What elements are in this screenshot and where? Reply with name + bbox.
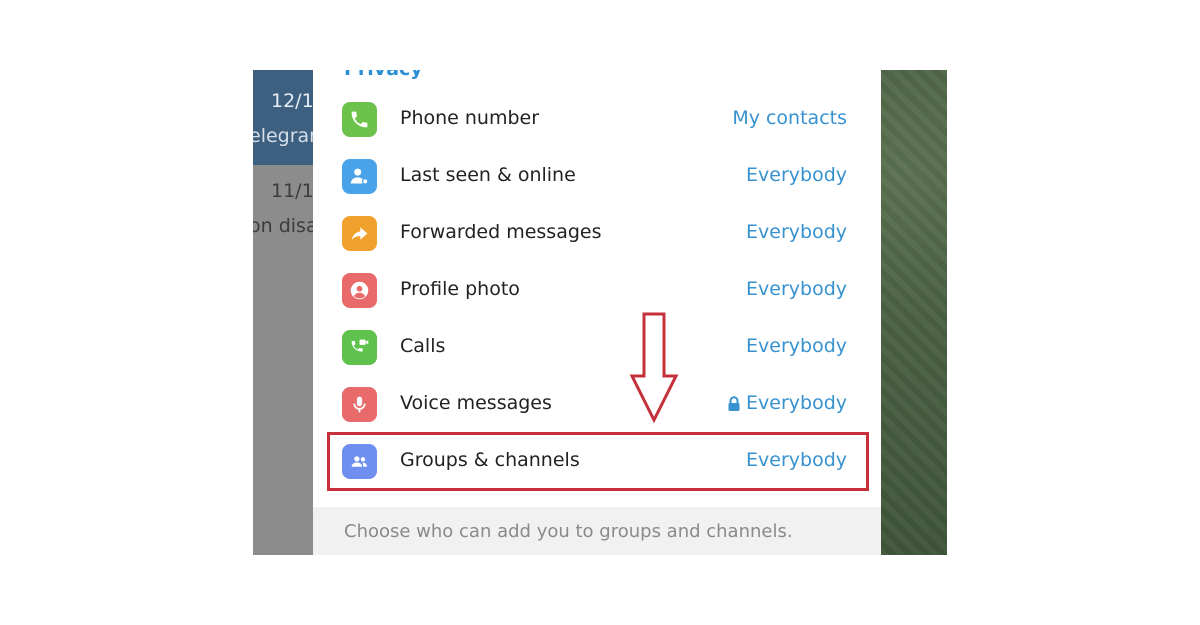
section-title: Privacy: [344, 70, 423, 80]
row-value[interactable]: Everybody: [746, 164, 847, 186]
down-arrow-icon: [629, 312, 679, 424]
privacy-row-profile-photo[interactable]: Profile photo Everybody: [313, 263, 881, 320]
selected-chat[interactable]: 12/1 elegram: [253, 70, 328, 165]
row-value[interactable]: Everybody: [746, 392, 847, 414]
microphone-icon: [342, 387, 377, 422]
privacy-footer: Choose who can add you to groups and cha…: [313, 507, 881, 555]
row-label: Forwarded messages: [400, 221, 602, 243]
chat-list-pane: 12/1 elegram 11/1 on disa: [253, 70, 328, 555]
phone-icon: [342, 102, 377, 137]
privacy-row-calls[interactable]: Calls Everybody: [313, 320, 881, 377]
row-value[interactable]: My contacts: [732, 107, 847, 129]
chat-date: 12/1: [271, 90, 314, 112]
row-value[interactable]: Everybody: [746, 335, 847, 357]
forward-icon: [342, 216, 377, 251]
lock-icon: [728, 396, 740, 411]
chat-snippet: on disa: [253, 215, 318, 237]
row-value[interactable]: Everybody: [746, 221, 847, 243]
row-label: Phone number: [400, 107, 540, 129]
privacy-row-forwarded-messages[interactable]: Forwarded messages Everybody: [313, 206, 881, 263]
row-label: Last seen & online: [400, 164, 576, 186]
profile-photo-icon: [342, 273, 377, 308]
row-label: Calls: [400, 335, 446, 357]
user-online-icon: [342, 159, 377, 194]
row-value[interactable]: Everybody: [746, 278, 847, 300]
footer-hint: Choose who can add you to groups and cha…: [344, 521, 793, 542]
chat-background: [881, 70, 947, 555]
video-call-icon: [342, 330, 377, 365]
privacy-row-voice-messages[interactable]: Voice messages Everybody: [313, 377, 881, 434]
row-label: Profile photo: [400, 278, 520, 300]
highlight-box: [327, 432, 869, 491]
row-label: Voice messages: [400, 392, 552, 414]
chat-date: 11/1: [271, 180, 314, 202]
privacy-row-phone-number[interactable]: Phone number My contacts: [313, 92, 881, 149]
privacy-row-last-seen[interactable]: Last seen & online Everybody: [313, 149, 881, 206]
